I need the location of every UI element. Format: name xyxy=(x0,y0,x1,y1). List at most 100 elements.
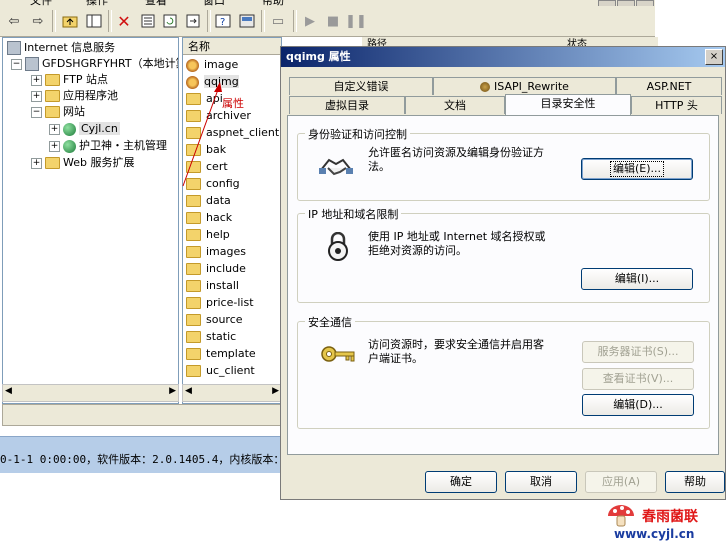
list-item-label: template xyxy=(206,347,256,360)
tree-site-huweishen[interactable]: + 护卫神・主机管理 xyxy=(49,138,167,154)
handshake-icon xyxy=(319,158,353,176)
tree-server[interactable]: − GFDSHGRFYHRT（本地计算 xyxy=(11,56,178,72)
list-item-label: hack xyxy=(206,211,233,224)
watermark: 春雨菌联 www.cyjl.cn xyxy=(606,500,724,544)
console-icon[interactable] xyxy=(237,11,257,31)
toolbar-separator xyxy=(293,10,297,32)
secure-edit-button[interactable]: 编辑(D)... xyxy=(582,394,694,416)
list-item-label: data xyxy=(206,194,231,207)
folder-icon xyxy=(186,280,201,292)
expand-icon[interactable]: + xyxy=(49,140,60,152)
delete-icon[interactable]: ✕ xyxy=(114,11,134,31)
pause-icon[interactable]: ❚❚ xyxy=(345,11,367,31)
back-arrow-icon[interactable]: ⇦ xyxy=(4,11,24,31)
help-icon[interactable]: ? xyxy=(213,11,233,31)
list-item[interactable]: static xyxy=(186,329,236,345)
dialog-close-button[interactable]: × xyxy=(705,49,723,65)
folder-icon xyxy=(45,106,60,118)
toolbar-separator xyxy=(108,10,112,32)
folder-icon xyxy=(186,365,201,377)
padlock-icon xyxy=(328,232,348,261)
properties-icon[interactable] xyxy=(138,11,158,31)
tree-root[interactable]: Internet 信息服务 xyxy=(7,40,115,56)
list-item[interactable]: data xyxy=(186,193,231,209)
ip-description-line1: 使用 IP 地址或 Internet 域名授权或 xyxy=(368,230,546,243)
tree-ftp-sites[interactable]: + FTP 站点 xyxy=(31,72,108,88)
tree-horizontal-scrollbar[interactable]: ◀ ▶ xyxy=(2,384,179,402)
website-globe-icon xyxy=(63,122,76,136)
stop-icon[interactable]: ■ xyxy=(323,11,343,31)
list-item[interactable]: api xyxy=(186,91,223,107)
column-header-name[interactable]: 名称 xyxy=(183,38,281,55)
scroll-left-icon[interactable]: ◀ xyxy=(5,386,12,396)
show-tree-icon[interactable] xyxy=(84,11,104,31)
list-item-label: aspnet_client xyxy=(206,126,280,139)
forward-arrow-icon[interactable]: ⇨ xyxy=(28,11,48,31)
folder-icon xyxy=(186,110,201,122)
list-item-label: config xyxy=(206,177,240,190)
list-item[interactable]: config xyxy=(186,176,240,192)
list-horizontal-scrollbar[interactable]: ◀ ▶ xyxy=(182,384,282,402)
version-info-bar: 0-1-1 0:00:00，软件版本：2.0.1405.4，内核版本：2 xyxy=(0,436,291,473)
scroll-right-icon[interactable]: ▶ xyxy=(169,386,176,396)
view-certificate-button[interactable]: 查看证书(V)... xyxy=(582,368,694,390)
list-item[interactable]: qqimg xyxy=(186,74,239,90)
expand-icon[interactable]: + xyxy=(31,74,42,86)
tab-documents[interactable]: 文档 xyxy=(405,96,505,114)
list-item[interactable]: include xyxy=(186,261,246,277)
list-item[interactable]: template xyxy=(186,346,256,362)
expand-icon[interactable]: + xyxy=(49,123,60,135)
expand-icon[interactable]: + xyxy=(31,157,42,169)
export-icon[interactable] xyxy=(183,11,203,31)
computer-icon[interactable]: ▭ xyxy=(268,11,288,31)
auth-description-line1: 允许匿名访问资源及编辑身份验证方 xyxy=(368,146,544,159)
tab-http-headers[interactable]: HTTP 头 xyxy=(631,96,722,114)
auth-description-line2: 法。 xyxy=(368,160,390,173)
refresh-icon[interactable] xyxy=(160,11,180,31)
up-folder-icon[interactable] xyxy=(60,11,80,31)
ip-edit-button[interactable]: 编辑(I)... xyxy=(581,268,693,290)
ok-button[interactable]: 确定 xyxy=(425,471,497,493)
scroll-left-icon[interactable]: ◀ xyxy=(185,386,192,396)
expand-icon[interactable]: + xyxy=(31,90,42,102)
help-button[interactable]: 帮助 xyxy=(665,471,725,493)
apply-button[interactable]: 应用(A) xyxy=(585,471,657,493)
auth-edit-button[interactable]: 编辑(E)... xyxy=(581,158,693,180)
play-icon[interactable]: ▶ xyxy=(300,11,320,31)
cancel-button[interactable]: 取消 xyxy=(505,471,577,493)
folder-icon xyxy=(186,297,201,309)
tree-websites[interactable]: − 网站 xyxy=(31,104,85,120)
folder-icon xyxy=(186,246,201,258)
tab-aspnet[interactable]: ASP.NET xyxy=(616,77,722,95)
list-item[interactable]: help xyxy=(186,227,230,243)
tab-custom-errors[interactable]: 自定义错误 xyxy=(289,77,433,95)
collapse-icon[interactable]: − xyxy=(11,58,22,70)
list-item-label: cert xyxy=(206,160,228,173)
tree-site-cyjl[interactable]: + Cyjl.cn xyxy=(49,121,120,137)
list-item[interactable]: image xyxy=(186,57,238,73)
list-item[interactable]: price-list xyxy=(186,295,254,311)
iis-icon xyxy=(7,41,21,55)
folder-icon xyxy=(186,348,201,360)
list-item[interactable]: install xyxy=(186,278,239,294)
tab-isapi-rewrite[interactable]: ISAPI_Rewrite xyxy=(433,77,616,95)
server-certificate-button[interactable]: 服务器证书(S)... xyxy=(582,341,694,363)
tab-directory-security[interactable]: 目录安全性 xyxy=(505,94,631,115)
tree-web-extensions[interactable]: + Web 服务扩展 xyxy=(31,155,134,171)
list-item[interactable]: hack xyxy=(186,210,232,226)
folder-icon xyxy=(45,90,60,102)
list-item-label: uc_client xyxy=(206,364,255,377)
scroll-right-icon[interactable]: ▶ xyxy=(272,386,279,396)
tree-app-pools[interactable]: + 应用程序池 xyxy=(31,88,118,104)
tab-virtual-directory[interactable]: 虚拟目录 xyxy=(289,96,405,114)
folder-icon xyxy=(186,93,201,105)
list-item[interactable]: images xyxy=(186,244,246,260)
list-item[interactable]: cert xyxy=(186,159,228,175)
virtual-directory-icon xyxy=(186,58,199,72)
list-item[interactable]: bak xyxy=(186,142,226,158)
list-item[interactable]: source xyxy=(186,312,243,328)
list-item[interactable]: uc_client xyxy=(186,363,255,379)
isapi-rewrite-icon xyxy=(480,82,491,92)
collapse-icon[interactable]: − xyxy=(31,106,42,118)
list-item[interactable]: aspnet_client xyxy=(186,125,279,141)
